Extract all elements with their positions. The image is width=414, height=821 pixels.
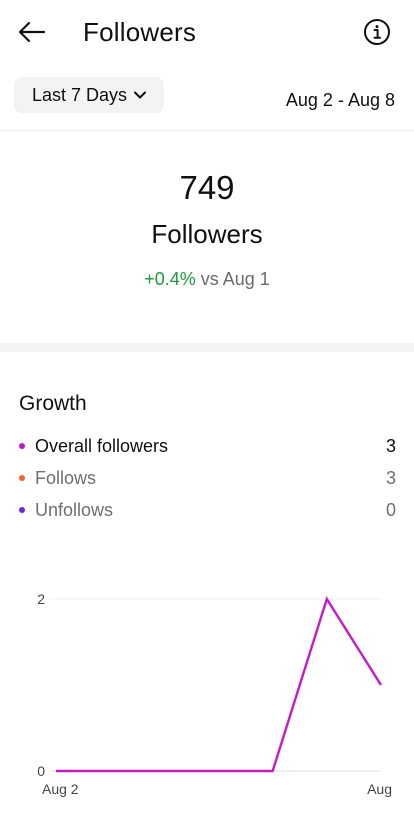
x-tick-label: Aug <box>367 781 392 797</box>
date-range-text: Aug 2 - Aug 8 <box>285 90 395 110</box>
legend-dot-follows <box>19 475 25 481</box>
legend-label: Unfollows <box>35 499 114 520</box>
follower-count-label: Followers <box>151 219 263 249</box>
growth-chart-svg: 0 2 Aug 2 Aug <box>37 591 392 797</box>
x-tick-label: Aug 2 <box>42 781 79 797</box>
series-line <box>56 596 383 773</box>
growth-title: Growth <box>19 392 87 415</box>
change-percent: +0.4% <box>144 269 196 289</box>
info-icon <box>364 19 390 45</box>
arrow-left-icon <box>18 21 46 43</box>
legend-label: Follows <box>35 467 97 488</box>
legend-value: 3 <box>385 467 396 488</box>
legend-item-overall-followers: Overall followers 3 <box>19 430 396 462</box>
growth-legend: Overall followers 3 Follows 3 Unfollows … <box>19 430 396 526</box>
legend-label: Overall followers <box>35 435 169 456</box>
legend-value: 3 <box>385 435 396 456</box>
back-button[interactable] <box>14 14 50 50</box>
followers-summary: 749 Followers +0.4% vs Aug 1 <box>0 131 414 343</box>
legend-dot-unfollows <box>19 507 25 513</box>
legend-value: 0 <box>385 499 396 520</box>
change-comparison: vs Aug 1 <box>200 269 270 289</box>
growth-chart: 0 2 Aug 2 Aug <box>0 560 414 810</box>
section-divider <box>0 343 414 352</box>
follower-change: +0.4% vs Aug 1 <box>0 267 414 291</box>
y-tick-label: 2 <box>37 591 45 607</box>
y-tick-label: 0 <box>37 763 45 779</box>
date-range-dropdown-label: Last 7 Days <box>32 84 128 105</box>
filter-row: Last 7 Days Aug 2 - Aug 8 <box>0 76 414 118</box>
date-range-dropdown[interactable]: Last 7 Days <box>14 77 165 113</box>
info-button[interactable] <box>360 15 394 49</box>
legend-item-unfollows: Unfollows 0 <box>19 494 396 526</box>
legend-dot-overall <box>19 443 25 449</box>
page-title: Followers <box>83 17 197 47</box>
app-header: Followers <box>0 0 414 64</box>
chevron-down-icon <box>133 90 147 100</box>
legend-item-follows: Follows 3 <box>19 462 396 494</box>
follower-count: 749 <box>179 169 235 206</box>
